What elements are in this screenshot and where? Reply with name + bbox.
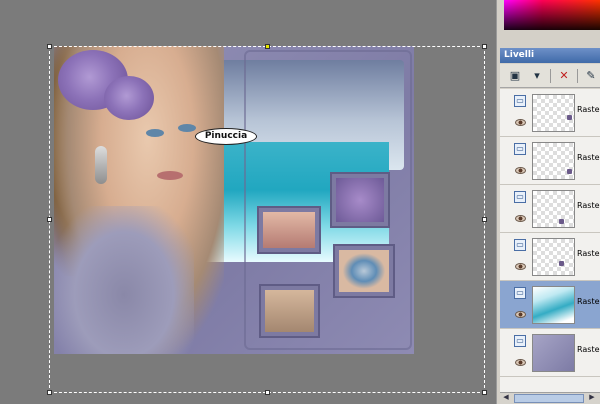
layer-type-icon: ▭ xyxy=(514,335,526,347)
resize-handle-middle-right[interactable] xyxy=(482,217,487,222)
resize-handle-middle-left[interactable] xyxy=(47,217,52,222)
visibility-eye-icon[interactable] xyxy=(515,359,526,366)
layer-name: Raster xyxy=(577,153,600,162)
layer-thumbnail xyxy=(532,334,575,372)
layer-row[interactable]: ▭ Raster xyxy=(500,137,600,185)
layer-type-icon: ▭ xyxy=(514,143,526,155)
scrollbar-thumb[interactable] xyxy=(514,394,584,403)
toolbar-divider xyxy=(550,68,551,83)
layer-thumbnail xyxy=(532,142,575,180)
layers-toolbar: ▣ ▾ ✕ ✎ xyxy=(500,64,600,88)
layer-type-icon: ▭ xyxy=(514,239,526,251)
resize-handle-top-center[interactable] xyxy=(265,44,270,49)
visibility-eye-icon[interactable] xyxy=(515,311,526,318)
resize-handle-bottom-left[interactable] xyxy=(47,390,52,395)
layers-horizontal-scrollbar[interactable]: ◀ ▶ xyxy=(500,392,600,404)
layer-row[interactable]: ▭ Raster xyxy=(500,185,600,233)
layer-type-icon: ▭ xyxy=(514,191,526,203)
visibility-eye-icon[interactable] xyxy=(515,215,526,222)
layer-name: Raster xyxy=(577,105,600,114)
selection-marquee[interactable] xyxy=(47,44,487,395)
resize-handle-top-left[interactable] xyxy=(47,44,52,49)
layer-name: Raster xyxy=(577,201,600,210)
layer-thumbnail xyxy=(532,286,575,324)
scroll-left-icon[interactable]: ◀ xyxy=(500,393,512,404)
layer-name: Raster xyxy=(577,345,600,354)
layer-properties-icon[interactable]: ✎ xyxy=(582,68,600,84)
layer-row-selected[interactable]: ▭ Raster xyxy=(500,281,600,329)
layer-type-icon: ▭ xyxy=(514,287,526,299)
layer-name: Raster xyxy=(577,297,600,306)
layers-panel-title: Livelli xyxy=(500,48,600,63)
dropdown-arrow-icon[interactable]: ▾ xyxy=(528,68,546,84)
layers-list[interactable]: ▭ Raster ▭ Raster ▭ Raster ▭ Raster ▭ Ra… xyxy=(500,89,600,392)
new-raster-layer-icon[interactable]: ▣ xyxy=(506,68,524,84)
delete-layer-icon[interactable]: ✕ xyxy=(555,68,573,84)
visibility-eye-icon[interactable] xyxy=(515,263,526,270)
layer-row[interactable]: ▭ Raster xyxy=(500,233,600,281)
scroll-right-icon[interactable]: ▶ xyxy=(586,393,598,404)
layer-thumbnail xyxy=(532,94,575,132)
layer-thumbnail xyxy=(532,238,575,276)
visibility-eye-icon[interactable] xyxy=(515,167,526,174)
canvas-workspace[interactable]: Pinuccia xyxy=(0,0,496,404)
layer-row[interactable]: ▭ Raster xyxy=(500,89,600,137)
layer-name: Raster xyxy=(577,249,600,258)
color-picker[interactable] xyxy=(504,0,600,30)
toolbar-divider xyxy=(577,68,578,83)
layer-row[interactable]: ▭ Raster xyxy=(500,329,600,377)
visibility-eye-icon[interactable] xyxy=(515,119,526,126)
resize-handle-top-right[interactable] xyxy=(482,44,487,49)
layer-thumbnail xyxy=(532,190,575,228)
layer-type-icon: ▭ xyxy=(514,95,526,107)
resize-handle-bottom-right[interactable] xyxy=(482,390,487,395)
resize-handle-bottom-center[interactable] xyxy=(265,390,270,395)
